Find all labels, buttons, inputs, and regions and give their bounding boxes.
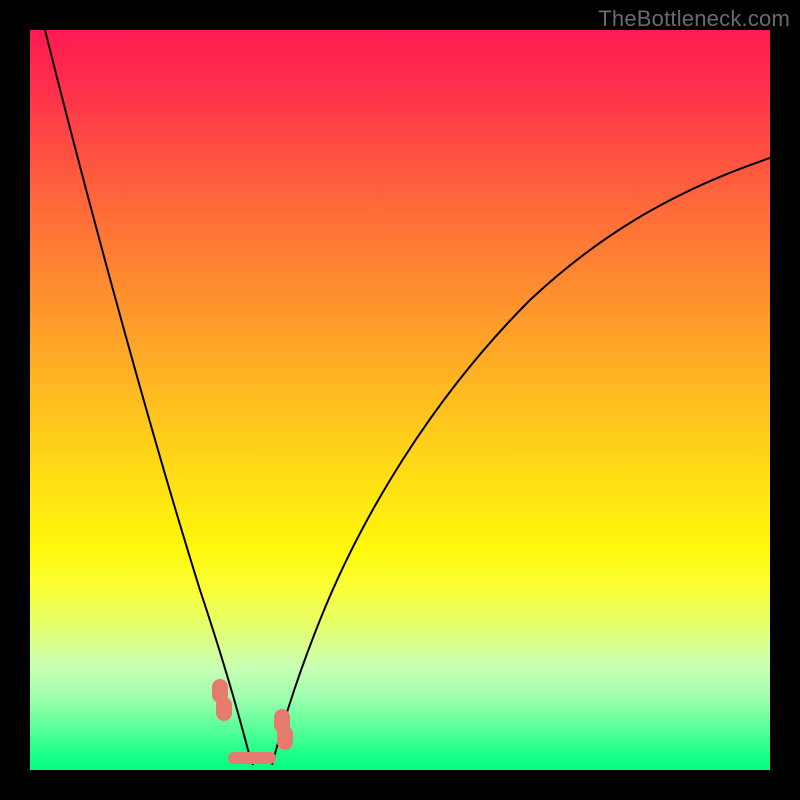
curve-left-branch bbox=[45, 30, 253, 765]
curve-layer bbox=[30, 30, 770, 770]
chart-plot-area bbox=[30, 30, 770, 770]
marker-dot bbox=[278, 727, 292, 749]
watermark-text: TheBottleneck.com bbox=[598, 6, 790, 32]
curve-right-branch bbox=[272, 158, 770, 765]
marker-dot bbox=[217, 698, 231, 720]
